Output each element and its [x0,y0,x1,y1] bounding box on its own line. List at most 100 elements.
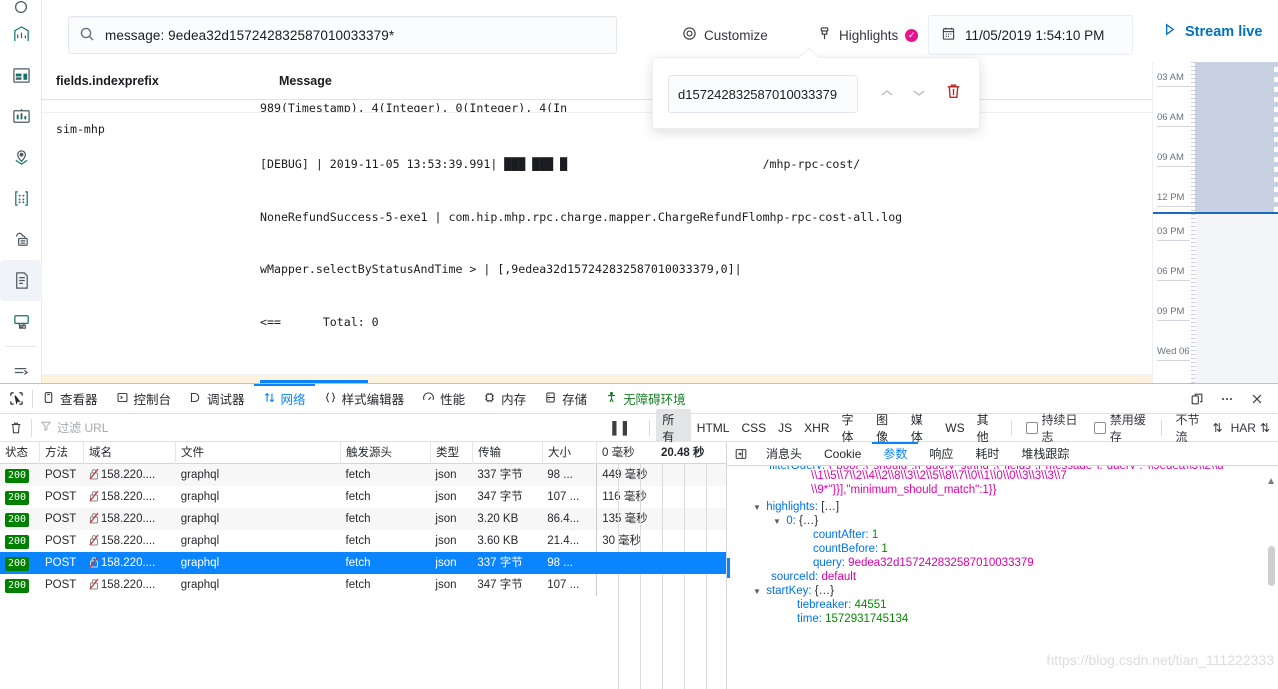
filter-type-html[interactable]: HTML [691,419,736,437]
element-picker-icon[interactable] [0,391,32,406]
json-key: countAfter: [813,529,869,541]
cell-initiator: fetch [345,513,371,525]
trash-icon[interactable] [944,82,963,104]
log-entries-table[interactable]: 989(Timestamp), 4(Integer), 0(Integer), … [42,100,1152,383]
table-row[interactable]: 200 POST 158.220.... graphql fetch json … [0,530,726,552]
tab-storage[interactable]: 存储 [535,384,596,414]
metrics-icon[interactable] [0,14,42,55]
highlight-term-value: d157242832587010033379 [678,86,838,102]
col-initiator[interactable]: 触发源头 [341,442,431,464]
tab-style-editor[interactable]: 样式编辑器 [315,384,414,414]
json-value: {…} [814,585,834,597]
table-row[interactable]: sim-mhp [INFO ] | 2019-11-05 13:54:10.09… [42,375,1152,383]
network-request-list[interactable]: 状态 方法 域名 文件 触发源头 类型 传输 大小 0 毫秒 20.48 秒 4… [0,442,727,689]
detail-pane-toggle-icon[interactable] [727,447,755,461]
filter-type-ws[interactable]: WS [939,419,970,437]
filter-type-xhr[interactable]: XHR [798,419,835,437]
customize-button[interactable]: Customize [682,22,768,48]
tab-performance[interactable]: 性能 [413,384,474,414]
detail-tab-cookie[interactable]: Cookie [813,442,872,466]
collapse-triangle-icon[interactable]: ▼ [773,517,783,526]
highlights-button[interactable]: Highlights ✓ [817,22,919,48]
tab-inspector[interactable]: 查看器 [33,384,107,414]
row-marker [727,558,730,578]
filter-type-media[interactable]: 媒体 [905,409,940,447]
chevron-down-icon[interactable] [910,84,928,105]
col-file[interactable]: 文件 [176,442,341,464]
detail-scrollbar[interactable]: ▲ [1266,468,1276,688]
network-columns-header: 状态 方法 域名 文件 触发源头 类型 传输 大小 0 毫秒 20.48 秒 4… [0,442,726,464]
chevron-up-icon[interactable] [878,84,896,105]
detail-tab-response[interactable]: 响应 [918,442,964,466]
col-transfer[interactable]: 传输 [473,442,543,464]
header-message[interactable]: Message [279,74,332,88]
tab-memory[interactable]: 内存 [474,384,535,414]
tab-network[interactable]: 网络 [254,384,315,414]
har-select[interactable]: HAR ⇅ [1231,421,1270,435]
collapse-triangle-icon[interactable]: ▼ [753,587,763,596]
collapse-nav-icon[interactable] [0,351,42,383]
debugger-icon [189,391,202,407]
table-row[interactable]: sim-mhp [DEBUG] | 2019-11-05 13:53:39.99… [42,113,1152,375]
filter-icon [40,420,52,435]
table-row[interactable]: 200 POST 158.220.... graphql fetch json … [0,508,726,530]
pause-icon[interactable]: ▌▌ [602,421,643,435]
detail-tab-timings[interactable]: 耗时 [964,442,1010,466]
filter-type-other[interactable]: 其他 [971,409,1006,447]
detail-tab-params[interactable]: 参数 [872,442,918,466]
col-method[interactable]: 方法 [40,442,84,464]
highlight-term-input[interactable]: d157242832587010033379 [668,75,858,113]
url-filter-input[interactable]: 过滤 URL [32,419,602,436]
table-row[interactable]: 200 POST 158.220.... graphql fetch json … [0,464,726,486]
disable-cache-checkbox[interactable]: 禁用缓存 [1094,411,1154,445]
cell-type: json [435,513,457,525]
scroll-up-arrow-icon[interactable]: ▲ [1266,476,1276,487]
filter-type-js[interactable]: JS [772,419,798,437]
detail-tab-stacktrace[interactable]: 堆栈跟踪 [1010,442,1080,466]
search-query-text: message: 9edea32d157242832587010033379* [105,27,395,43]
header-indexprefix[interactable]: fields.indexprefix [56,74,159,88]
json-value: {…} [799,515,819,527]
uptime-icon[interactable] [0,301,42,342]
filter-type-font[interactable]: 字体 [836,409,871,447]
tab-console[interactable]: 控制台 [107,384,181,414]
date-picker[interactable]: 11/05/2019 1:54:10 PM [928,15,1133,55]
rail-divider [6,346,36,347]
search-input[interactable]: message: 9edea32d157242832587010033379* [68,16,617,54]
table-row[interactable]: 200 POST 158.220.... graphql fetch json … [0,552,726,574]
table-row[interactable]: 989(Timestamp), 4(Integer), 0(Integer), … [42,100,1152,113]
scrollbar-thumb[interactable] [1268,546,1275,586]
infrastructure-icon[interactable] [0,219,42,260]
network-area: 状态 方法 域名 文件 触发源头 类型 传输 大小 0 毫秒 20.48 秒 4… [0,442,1278,689]
accessibility-icon [605,391,618,407]
filter-type-all[interactable]: 所有 [656,408,691,447]
col-status[interactable]: 状态 [0,442,40,464]
time-minimap[interactable]: 03 AM 06 AM 09 AM 12 PM 03 PM 06 PM 09 P… [1152,62,1278,383]
filter-type-css[interactable]: CSS [735,419,772,437]
table-row[interactable]: 200 POST 158.220.... graphql fetch json … [0,486,726,508]
col-type[interactable]: 类型 [431,442,473,464]
table-row[interactable]: 200 POST 158.220.... graphql fetch json … [0,574,726,596]
partial-top-icon[interactable] [0,0,42,14]
col-timeline-zero[interactable]: 0 毫秒 [597,442,655,464]
tab-debugger[interactable]: 调试器 [180,384,254,414]
location-icon[interactable] [0,137,42,178]
stream-live-button[interactable]: Stream live [1162,22,1262,41]
col-size[interactable]: 大小 [543,442,597,464]
clear-requests-icon[interactable] [0,421,31,435]
logs-icon[interactable] [0,260,42,301]
collapse-triangle-icon[interactable]: ▼ [753,503,763,512]
reports-icon[interactable] [0,96,42,137]
storage-icon [544,391,557,407]
detail-tab-headers[interactable]: 消息头 [755,442,813,466]
apm-icon[interactable] [0,178,42,219]
col-domain[interactable]: 域名 [84,442,176,464]
persist-logs-checkbox[interactable]: 持续日志 [1026,411,1086,445]
calendar-icon [941,26,956,44]
msg-line: wMapper.selectByStatusAndTime > | [,9ede… [260,262,742,276]
params-json-tree[interactable]: filterQuery: {"bool":{"should":[{"query_… [727,466,1278,689]
filter-type-image[interactable]: 图像 [870,409,905,447]
minimap-selection[interactable] [1195,62,1278,212]
throttle-select[interactable]: 不节流 ⇅ [1176,411,1223,445]
dashboard-icon[interactable] [0,55,42,96]
